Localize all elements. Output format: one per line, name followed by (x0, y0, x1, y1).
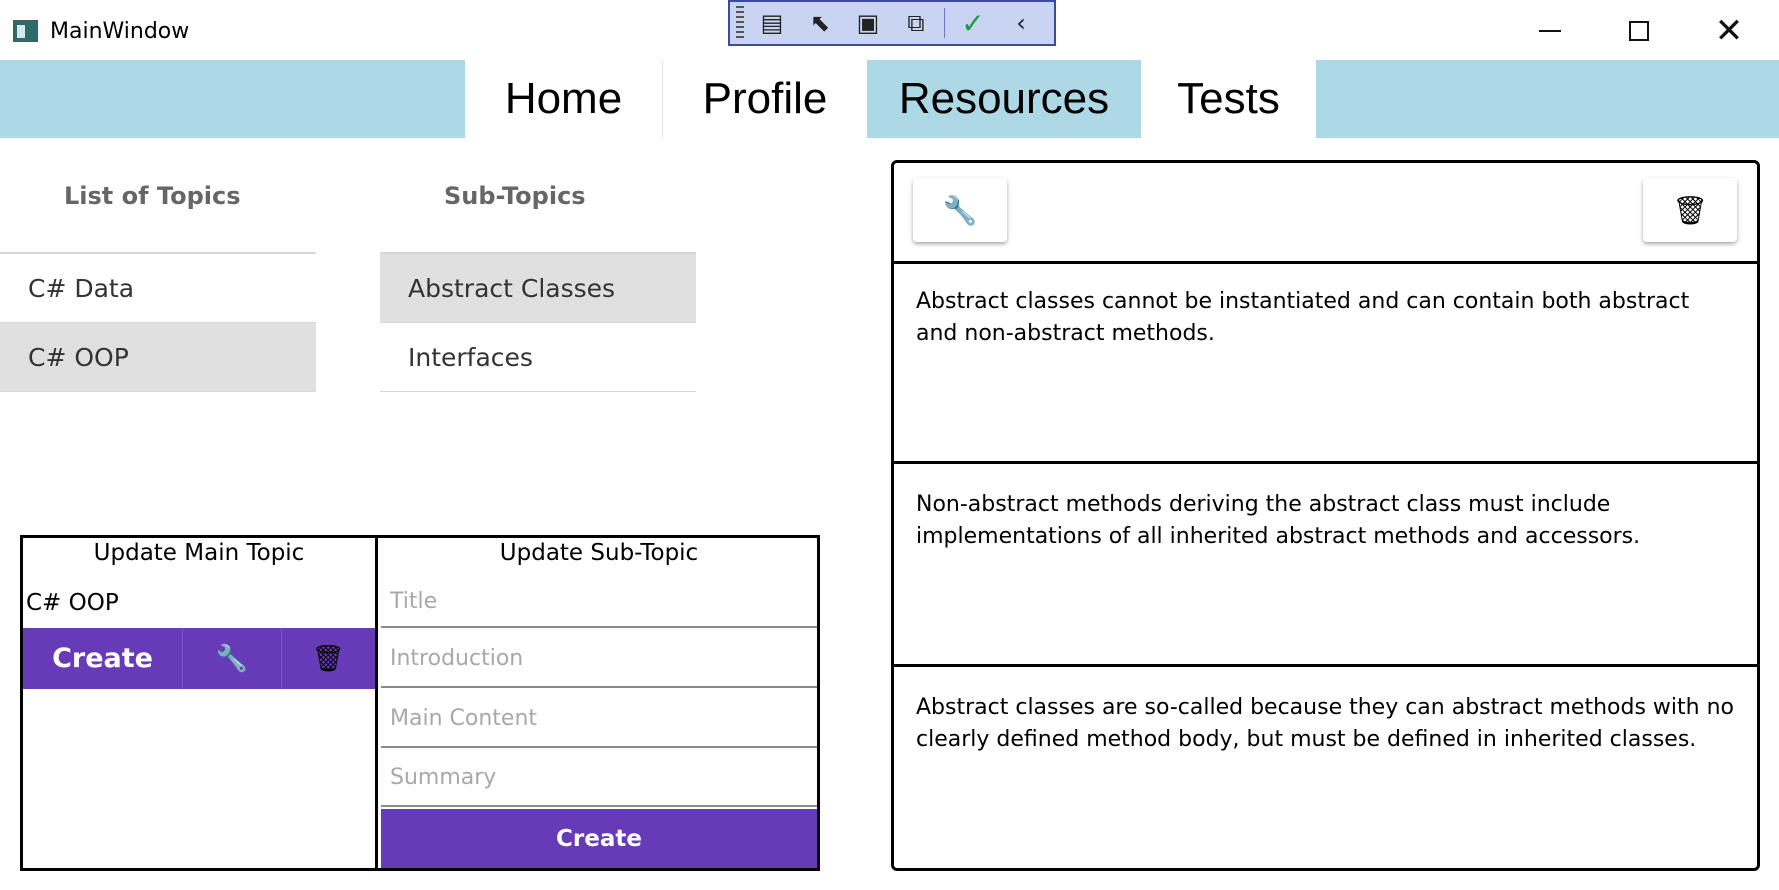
update-main-topic-heading: Update Main Topic (93, 540, 305, 566)
topic-label: C# OOP (28, 342, 129, 372)
main-topic-input[interactable]: C# OOP (26, 590, 119, 616)
window-title: MainWindow (50, 19, 190, 44)
subtopic-label: Abstract Classes (408, 273, 616, 303)
wrench-icon: 🔧 (942, 193, 978, 227)
update-sub-topic-heading: Update Sub-Topic (499, 540, 699, 566)
maximize-button[interactable] (1606, 8, 1672, 54)
content-paragraph: Abstract classes cannot be instantiated … (894, 264, 1757, 464)
topics-heading: List of Topics (64, 182, 241, 210)
topics-list: C# Data C# OOP (0, 252, 316, 392)
close-button[interactable]: ✕ (1696, 8, 1762, 54)
live-visual-tree-icon[interactable]: ▤ (752, 5, 792, 41)
toolbar-grip-icon[interactable] (736, 6, 744, 40)
minimize-button[interactable] (1517, 8, 1583, 54)
hot-reload-check-icon[interactable]: ✓ (953, 5, 993, 41)
content-paragraph: Abstract classes are so-called because t… (916, 695, 1734, 752)
create-sub-topic-button[interactable]: Create (381, 809, 817, 868)
subtopic-item-abstract-classes[interactable]: Abstract Classes (380, 254, 696, 323)
detail-toolbar (894, 163, 1757, 264)
sub-topic-title-field[interactable]: Title (381, 576, 817, 628)
sub-topic-summary-field[interactable]: Summary (381, 749, 817, 807)
sub-topic-main-content-field[interactable]: Main Content (381, 690, 817, 748)
main-topic-actions: Create 🔧 🗑 (23, 628, 375, 689)
subtopics-heading: Sub-Topics (444, 182, 586, 210)
subtopic-label: Interfaces (408, 342, 533, 372)
subtopics-list: Abstract Classes Interfaces (380, 252, 696, 392)
sub-topic-introduction-field[interactable]: Introduction (381, 630, 817, 688)
edit-main-topic-button[interactable]: 🔧 (183, 628, 282, 689)
display-layout-adorners-icon[interactable]: ▣ (848, 5, 888, 41)
tab-home[interactable]: Home (465, 60, 663, 138)
select-element-icon[interactable]: ⬉ (800, 5, 840, 41)
minimize-icon (1539, 30, 1561, 32)
track-focus-icon[interactable]: ⧉ (896, 5, 936, 41)
toolbar-separator (944, 8, 945, 38)
topic-item-csharp-oop[interactable]: C# OOP (0, 323, 316, 392)
topic-item-csharp-data[interactable]: C# Data (0, 254, 316, 323)
delete-content-button[interactable]: 🗑 (1643, 178, 1737, 242)
tab-resources[interactable]: Resources (867, 60, 1141, 138)
trash-icon: 🗑 (311, 643, 345, 674)
tab-tests[interactable]: Tests (1141, 60, 1316, 138)
edit-content-button[interactable]: 🔧 (913, 178, 1007, 242)
wrench-icon: 🔧 (215, 643, 248, 674)
delete-main-topic-button[interactable]: 🗑 (282, 628, 375, 689)
create-main-topic-button[interactable]: Create (23, 628, 184, 689)
maximize-icon (1629, 21, 1649, 41)
update-main-topic-panel (20, 535, 378, 871)
tab-profile[interactable]: Profile (663, 60, 867, 138)
app-icon (13, 20, 38, 42)
close-icon: ✕ (1714, 11, 1744, 51)
collapse-chevron-icon[interactable]: ‹ (1001, 5, 1041, 41)
subtopic-item-interfaces[interactable]: Interfaces (380, 323, 696, 392)
debug-toolbar: ▤ ⬉ ▣ ⧉ ✓ ‹ (728, 0, 1056, 46)
topic-label: C# Data (28, 273, 135, 303)
content-paragraph: Non-abstract methods deriving the abstra… (894, 467, 1757, 667)
trash-icon: 🗑 (1672, 193, 1708, 227)
